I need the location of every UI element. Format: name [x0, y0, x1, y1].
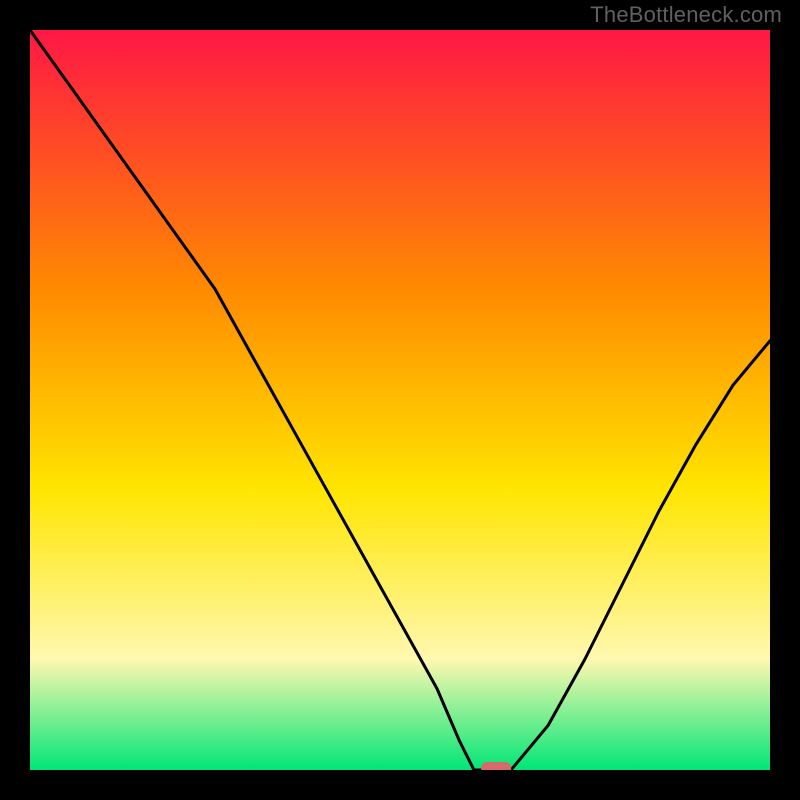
plot-background: [30, 30, 770, 770]
watermark-label: TheBottleneck.com: [590, 2, 782, 28]
bottleneck-chart: [0, 0, 800, 800]
chart-container: TheBottleneck.com: [0, 0, 800, 800]
